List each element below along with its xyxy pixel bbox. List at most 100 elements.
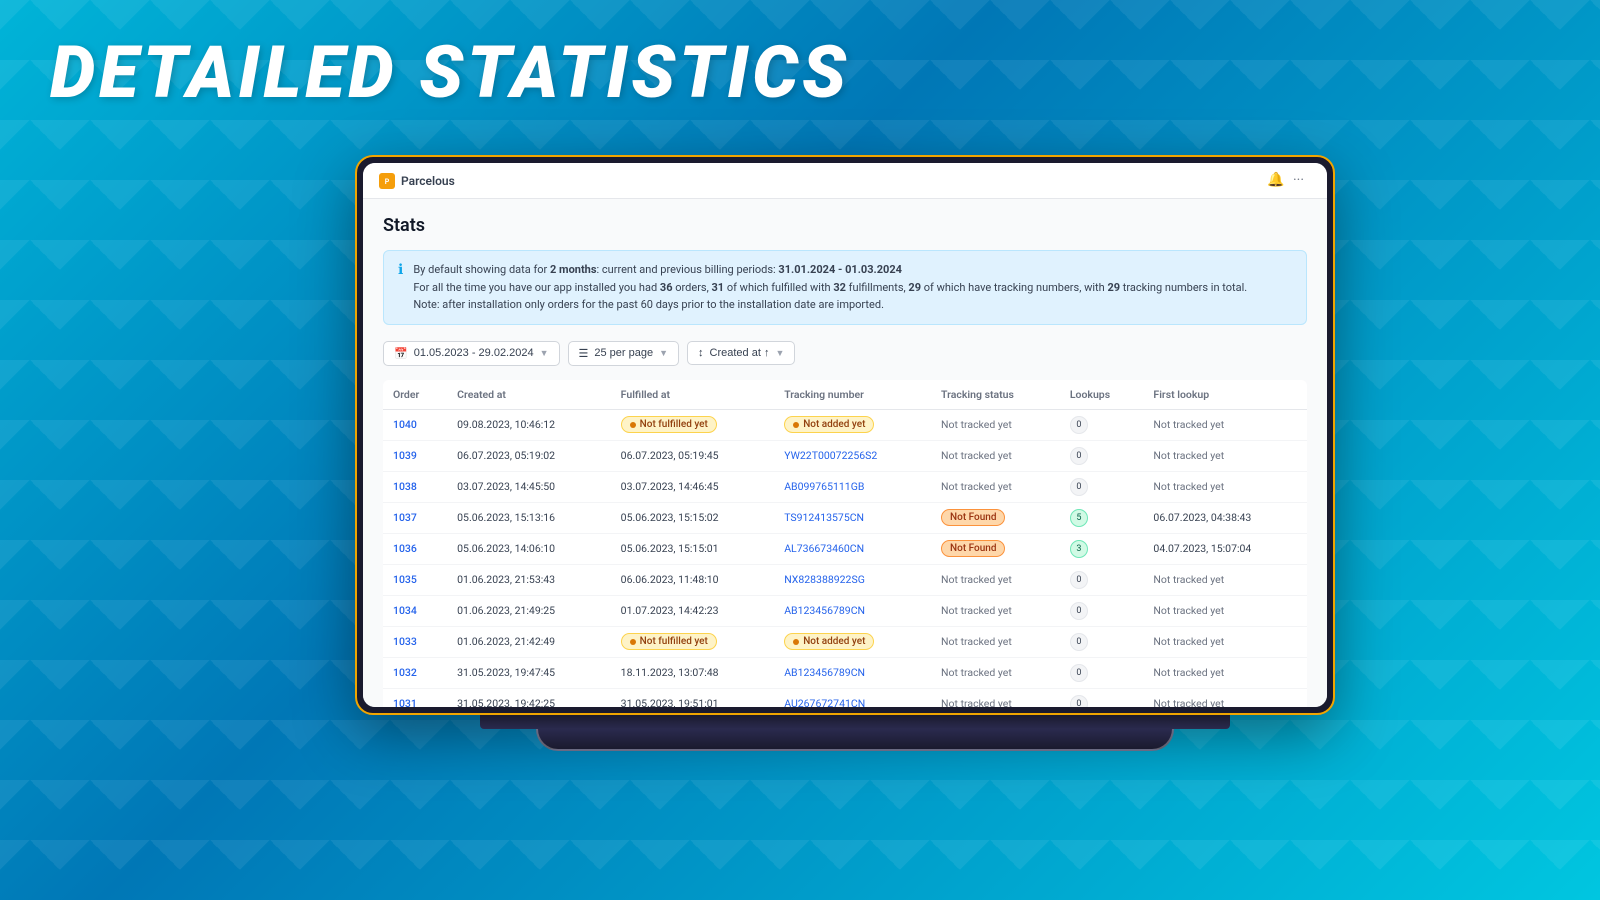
lookup-count: 0 [1070,633,1088,651]
tracking-number-link[interactable]: AU267672741CN [784,697,865,707]
cell-created-at: 06.07.2023, 05:19:02 [447,440,611,471]
cell-first-lookup: Not tracked yet [1143,564,1307,595]
cell-tracking-status: Not tracked yet [931,657,1060,688]
laptop-stand [480,715,1230,755]
table-row: 103906.07.2023, 05:19:0206.07.2023, 05:1… [383,440,1307,471]
cell-tracking-status: Not Found [931,533,1060,564]
order-link[interactable]: 1038 [393,480,417,493]
cell-lookups: 0 [1060,564,1144,595]
cell-order: 1035 [383,564,447,595]
cell-order: 1032 [383,657,447,688]
not-fulfilled-badge: Not fulfilled yet [621,633,717,650]
per-page-button[interactable]: ☰ 25 per page ▼ [568,341,680,366]
cell-created-at: 31.05.2023, 19:42:25 [447,688,611,707]
col-tracking-number: Tracking number [774,380,931,410]
lookup-count: 0 [1070,602,1088,620]
chevron-down-icon: ▼ [540,348,549,358]
sort-button[interactable]: ↕ Created at ↑ ▼ [687,341,795,365]
cell-created-at: 05.06.2023, 15:13:16 [447,502,611,533]
lookup-count: 0 [1070,416,1088,434]
tracking-number-link[interactable]: NX828388922SG [784,573,865,586]
order-link[interactable]: 1032 [393,666,417,679]
cell-lookups: 0 [1060,626,1144,657]
first-lookup-text: Not tracked yet [1153,449,1224,462]
stats-table: Order Created at Fulfilled at Tracking n… [383,380,1307,707]
table-row: 1036 05.06.2023, 14:06:1005.06.2023, 15:1… [383,533,1307,564]
date-range-label: 01.05.2023 - 29.02.2024 [414,347,534,359]
status-text: Not tracked yet [941,604,1012,617]
order-link[interactable]: 1034 [393,604,417,617]
laptop-stand-base [536,729,1174,751]
cell-fulfilled-at: 05.06.2023, 15:15:02 [611,502,775,533]
chevron-down-icon-3: ▼ [775,348,784,358]
col-order: Order [383,380,447,410]
table-body: 104009.08.2023, 10:46:12Not fulfilled ye… [383,409,1307,707]
cell-tracking-number: AL736673460CN [774,533,931,564]
order-link[interactable]: 1035 [393,573,417,586]
app-content: Stats ℹ By default showing data for 2 mo… [363,199,1327,707]
cell-tracking-status: Not tracked yet [931,471,1060,502]
status-text: Not tracked yet [941,697,1012,707]
status-text: Not tracked yet [941,635,1012,648]
first-lookup-text: Not tracked yet [1153,573,1224,586]
cell-tracking-status: Not tracked yet [931,626,1060,657]
cell-lookups: 0 [1060,440,1144,471]
cell-order: 1038 [383,471,447,502]
bell-icon[interactable]: 🔔 [1267,172,1285,190]
cell-lookups: 0 [1060,409,1144,440]
first-lookup-text: Not tracked yet [1153,418,1224,431]
first-lookup-text: Not tracked yet [1153,697,1224,707]
order-link[interactable]: 1037 [393,511,417,524]
table-row: 103231.05.2023, 19:47:4518.11.2023, 13:0… [383,657,1307,688]
date-range-button[interactable]: 📅 01.05.2023 - 29.02.2024 ▼ [383,341,560,366]
cell-lookups: 0 [1060,471,1144,502]
cell-first-lookup: Not tracked yet [1143,688,1307,707]
cell-tracking-status: Not tracked yet [931,564,1060,595]
svg-text:P: P [385,178,390,186]
status-text: Not tracked yet [941,449,1012,462]
lookup-count: 0 [1070,478,1088,496]
lookup-count: 3 [1070,540,1088,558]
cell-fulfilled-at: 31.05.2023, 19:51:01 [611,688,775,707]
order-link[interactable]: 1036 [393,542,417,555]
cell-tracking-status: Not tracked yet [931,440,1060,471]
cell-created-at: 01.06.2023, 21:53:43 [447,564,611,595]
tracking-number-link[interactable]: YW22T00072256S2 [784,449,877,462]
order-link[interactable]: 1039 [393,449,417,462]
cell-first-lookup: Not tracked yet [1143,626,1307,657]
cell-created-at: 05.06.2023, 14:06:10 [447,533,611,564]
cell-tracking-status: Not Found [931,502,1060,533]
lookup-count: 0 [1070,571,1088,589]
cell-fulfilled-at: 06.06.2023, 11:48:10 [611,564,775,595]
status-text: Not tracked yet [941,573,1012,586]
lookup-count: 0 [1070,447,1088,465]
cell-order: 1033 [383,626,447,657]
tracking-number-link[interactable]: AB099765111GB [784,480,864,493]
tracking-number-link[interactable]: TS912413575CN [784,511,864,524]
cell-tracking-number: NX828388922SG [774,564,931,595]
col-lookups: Lookups [1060,380,1144,410]
cell-tracking-number: AU267672741CN [774,688,931,707]
order-link[interactable]: 1040 [393,418,417,431]
status-text: Not tracked yet [941,480,1012,493]
cell-lookups: 0 [1060,595,1144,626]
tracking-number-link[interactable]: AB123456789CN [784,666,865,679]
cell-fulfilled-at: 05.06.2023, 15:15:01 [611,533,775,564]
tracking-number-link[interactable]: AL736673460CN [784,542,864,555]
sort-label: Created at ↑ [710,347,770,359]
cell-fulfilled-at: Not fulfilled yet [611,626,775,657]
order-link[interactable]: 1031 [393,697,417,707]
cell-first-lookup: 06.07.2023, 04:38:43 [1143,502,1307,533]
table-row: 1035 01.06.2023, 21:53:4306.06.2023, 11:4… [383,564,1307,595]
cell-order: 1037 [383,502,447,533]
tracking-number-link[interactable]: AB123456789CN [784,604,865,617]
order-link[interactable]: 1033 [393,635,417,648]
cell-first-lookup: 04.07.2023, 15:07:04 [1143,533,1307,564]
lookup-count: 0 [1070,664,1088,682]
more-options-icon[interactable]: ··· [1293,172,1311,190]
cell-order: 1040 [383,409,447,440]
chevron-down-icon-2: ▼ [659,348,668,358]
first-lookup-text: 04.07.2023, 15:07:04 [1153,542,1251,555]
first-lookup-text: Not tracked yet [1153,635,1224,648]
cell-tracking-number: Not added yet [774,409,931,440]
